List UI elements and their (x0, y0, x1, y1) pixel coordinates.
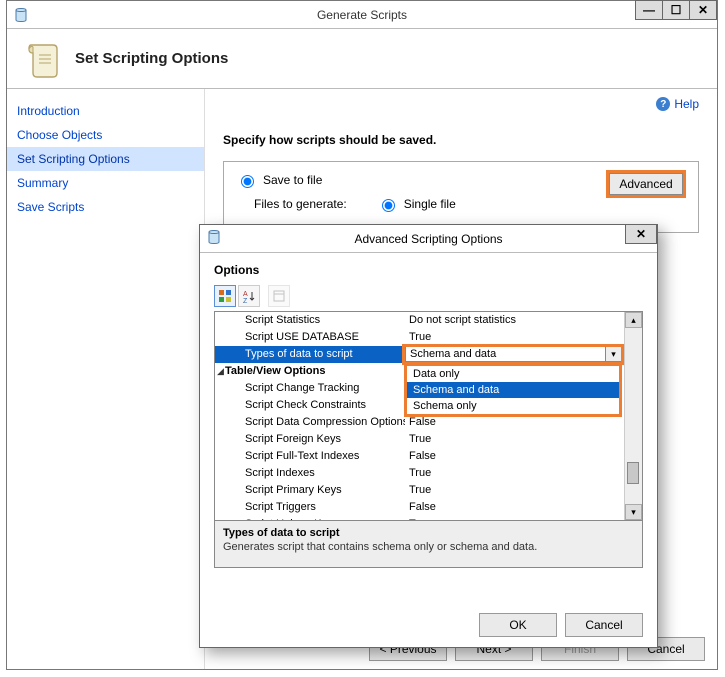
property-grid-rows: Script StatisticsDo not script statistic… (215, 312, 624, 520)
window-controls: — ☐ ✕ (636, 0, 717, 20)
advanced-scripting-dialog: Advanced Scripting Options ✕ Options A Z (199, 224, 658, 648)
grid-scrollbar[interactable]: ▴ ▾ (624, 312, 642, 520)
advanced-dialog-title: Advanced Scripting Options (354, 232, 502, 246)
grid-row-value[interactable]: True (405, 482, 624, 499)
advanced-footer: OK Cancel (479, 613, 643, 637)
grid-row[interactable]: Script IndexesTrue (215, 465, 624, 482)
grid-row[interactable]: Script Full-Text IndexesFalse (215, 448, 624, 465)
nav-choose-objects[interactable]: Choose Objects (7, 123, 204, 147)
grid-row[interactable]: Script Primary KeysTrue (215, 482, 624, 499)
files-to-generate-row: Files to generate: Single file (254, 196, 686, 212)
help-icon: ? (656, 97, 670, 111)
save-to-file-radio[interactable] (241, 175, 254, 188)
maximize-button[interactable]: ☐ (662, 0, 690, 20)
advanced-button[interactable]: Advanced (609, 173, 683, 195)
description-text: Generates script that contains schema on… (223, 541, 634, 553)
property-grid: Script StatisticsDo not script statistic… (214, 311, 643, 521)
grid-row-label: Script Change Tracking (215, 380, 405, 397)
property-description: Types of data to script Generates script… (214, 521, 643, 568)
grid-row-label: Script Full-Text Indexes (215, 448, 405, 465)
nav-save-scripts[interactable]: Save Scripts (7, 195, 204, 219)
grid-row-label: Script Primary Keys (215, 482, 405, 499)
grid-row[interactable]: Script StatisticsDo not script statistic… (215, 312, 624, 329)
svg-text:A: A (243, 291, 248, 298)
advanced-close-button[interactable]: ✕ (625, 224, 657, 244)
description-title: Types of data to script (223, 527, 634, 539)
scroll-down-icon[interactable]: ▾ (625, 504, 642, 520)
dropdown-option[interactable]: Schema only (407, 398, 619, 414)
single-file-label: Single file (404, 197, 456, 211)
grid-row-label: Script Data Compression Options (215, 414, 405, 431)
advanced-titlebar: Advanced Scripting Options ✕ (200, 225, 657, 253)
expand-caret-icon[interactable]: ◢ (217, 363, 224, 380)
help-link[interactable]: ? Help (656, 97, 699, 111)
advanced-button-highlight: Advanced (606, 170, 686, 198)
grid-row-value[interactable]: True (405, 516, 624, 520)
property-grid-toolbar: A Z (214, 285, 643, 307)
grid-row-label: Script Statistics (215, 312, 405, 329)
nav-summary[interactable]: Summary (7, 171, 204, 195)
files-to-generate-label: Files to generate: (254, 197, 347, 211)
grid-row-value[interactable]: False (405, 499, 624, 516)
nav-introduction[interactable]: Introduction (7, 99, 204, 123)
dropdown-option[interactable]: Data only (407, 366, 619, 382)
svg-text:Z: Z (243, 298, 248, 303)
grid-row-label: Types of data to script (215, 346, 405, 363)
page-title: Set Scripting Options (75, 50, 228, 67)
grid-row-value[interactable]: Schema and data ▾ (405, 346, 622, 362)
alphabetical-view-button[interactable]: A Z (238, 285, 260, 307)
grid-row[interactable]: Script TriggersFalse (215, 499, 624, 516)
instruction-text: Specify how scripts should be saved. (223, 133, 699, 147)
selected-value-text: Schema and data (410, 348, 496, 360)
scroll-thumb[interactable] (627, 462, 639, 484)
help-label: Help (674, 97, 699, 111)
property-pages-button[interactable] (268, 285, 290, 307)
scroll-icon (23, 39, 63, 79)
window-title: Generate Scripts (317, 8, 407, 22)
grid-row-label: Script Unique Keys (215, 516, 405, 520)
window-titlebar: Generate Scripts — ☐ ✕ (7, 1, 717, 29)
grid-row-label: Table/View Options (215, 363, 405, 380)
grid-row-value[interactable]: True (405, 329, 624, 346)
types-of-data-dropdown[interactable]: Data onlySchema and dataSchema only (404, 363, 622, 417)
grid-row-value[interactable]: False (405, 448, 624, 465)
wizard-header: Set Scripting Options (7, 29, 717, 89)
nav-set-scripting-options[interactable]: Set Scripting Options (7, 147, 204, 171)
grid-row[interactable]: Script Foreign KeysTrue (215, 431, 624, 448)
dropdown-option[interactable]: Schema and data (407, 382, 619, 398)
grid-row[interactable]: Types of data to script Schema and data ▾ (215, 346, 624, 363)
grid-row-value[interactable]: Do not script statistics (405, 312, 624, 329)
grid-row-label: Script Check Constraints (215, 397, 405, 414)
advanced-cancel-button[interactable]: Cancel (565, 613, 643, 637)
grid-row-label: Script Triggers (215, 499, 405, 516)
grid-row-label: Script Indexes (215, 465, 405, 482)
scroll-up-icon[interactable]: ▴ (625, 312, 642, 328)
grid-row-value[interactable]: True (405, 431, 624, 448)
categorized-view-button[interactable] (214, 285, 236, 307)
advanced-body: Options A Z Sc (200, 253, 657, 647)
save-to-file-label: Save to file (263, 173, 322, 187)
options-heading: Options (214, 263, 643, 277)
wizard-nav: Introduction Choose Objects Set Scriptin… (7, 89, 205, 669)
grid-row-value[interactable]: True (405, 465, 624, 482)
grid-row[interactable]: Script Unique KeysTrue (215, 516, 624, 520)
dropdown-button-icon[interactable]: ▾ (605, 347, 621, 361)
save-options-group: Save to file Files to generate: Single f… (223, 161, 699, 233)
close-button[interactable]: ✕ (689, 0, 717, 20)
app-icon (13, 7, 29, 23)
ok-button[interactable]: OK (479, 613, 557, 637)
grid-row-label: Script Foreign Keys (215, 431, 405, 448)
grid-row-label: Script USE DATABASE (215, 329, 405, 346)
app-icon (206, 229, 222, 248)
single-file-radio[interactable] (382, 199, 395, 212)
grid-row[interactable]: Script USE DATABASETrue (215, 329, 624, 346)
minimize-button[interactable]: — (635, 0, 663, 20)
